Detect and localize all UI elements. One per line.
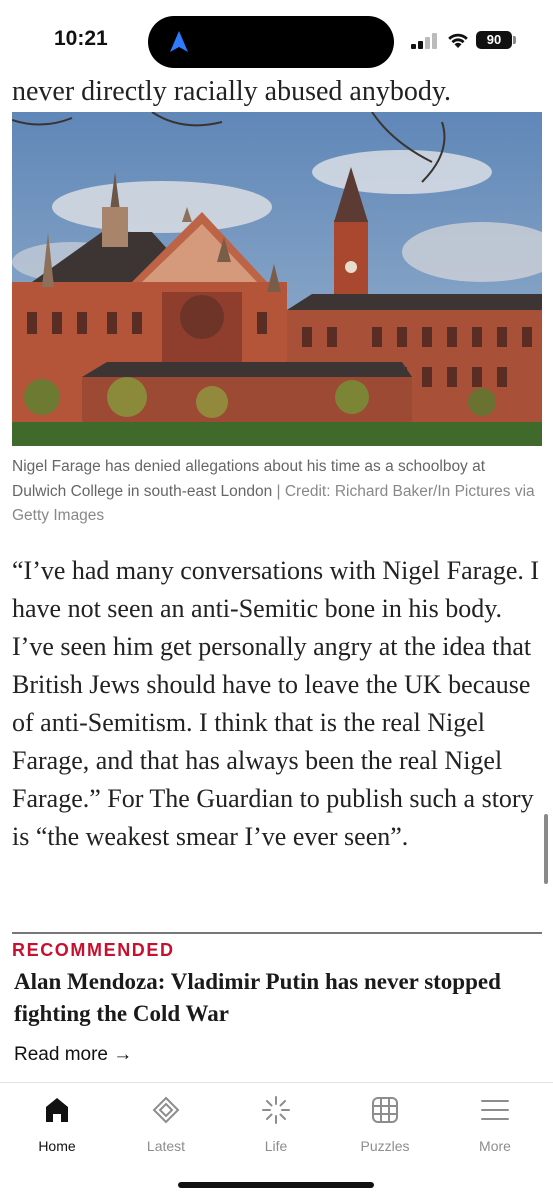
status-bar: 10:21 90 [0,0,553,78]
dulwich-college-image [12,112,542,446]
dynamic-island[interactable] [148,16,394,68]
tab-label-life: Life [264,1138,288,1154]
tab-label-puzzles: Puzzles [360,1138,410,1154]
location-arrow-icon [170,31,188,52]
article-photo[interactable] [12,112,542,446]
home-indicator[interactable] [178,1182,374,1188]
home-icon [46,1098,68,1122]
tab-more[interactable]: More [445,1095,545,1155]
puzzles-icon [372,1097,398,1123]
photo-caption: Nigel Farage has denied allegations abou… [12,455,542,529]
scroll-indicator[interactable] [544,814,548,884]
latest-icon [152,1096,180,1124]
wifi-icon [448,33,468,48]
tab-life[interactable]: Life [226,1095,326,1155]
recommended-divider [12,932,542,934]
tab-label-latest: Latest [146,1138,186,1154]
tab-label-home: Home [38,1138,76,1154]
cellular-signal-icon [411,33,437,49]
recommended-article-link[interactable]: Alan Mendoza: Vladimir Putin has never s… [14,966,534,1030]
menu-icon [481,1100,509,1120]
tab-puzzles[interactable]: Puzzles [335,1095,435,1155]
tab-latest[interactable]: Latest [116,1095,216,1155]
battery-icon: 90 [476,31,512,49]
life-icon [262,1096,290,1124]
tab-label-more: More [479,1138,511,1154]
tab-home[interactable]: Home [7,1095,107,1155]
status-time: 10:21 [54,27,108,50]
article-paragraph: “I’ve had many conversations with Nigel … [12,556,540,851]
recommended-label: RECOMMENDED [12,940,175,960]
read-more-link[interactable]: Read more → [14,1044,132,1066]
article-lead-line: never directly racially abused anybody. [12,76,452,107]
battery-cap [513,36,516,44]
caption-separator: | [272,482,285,500]
